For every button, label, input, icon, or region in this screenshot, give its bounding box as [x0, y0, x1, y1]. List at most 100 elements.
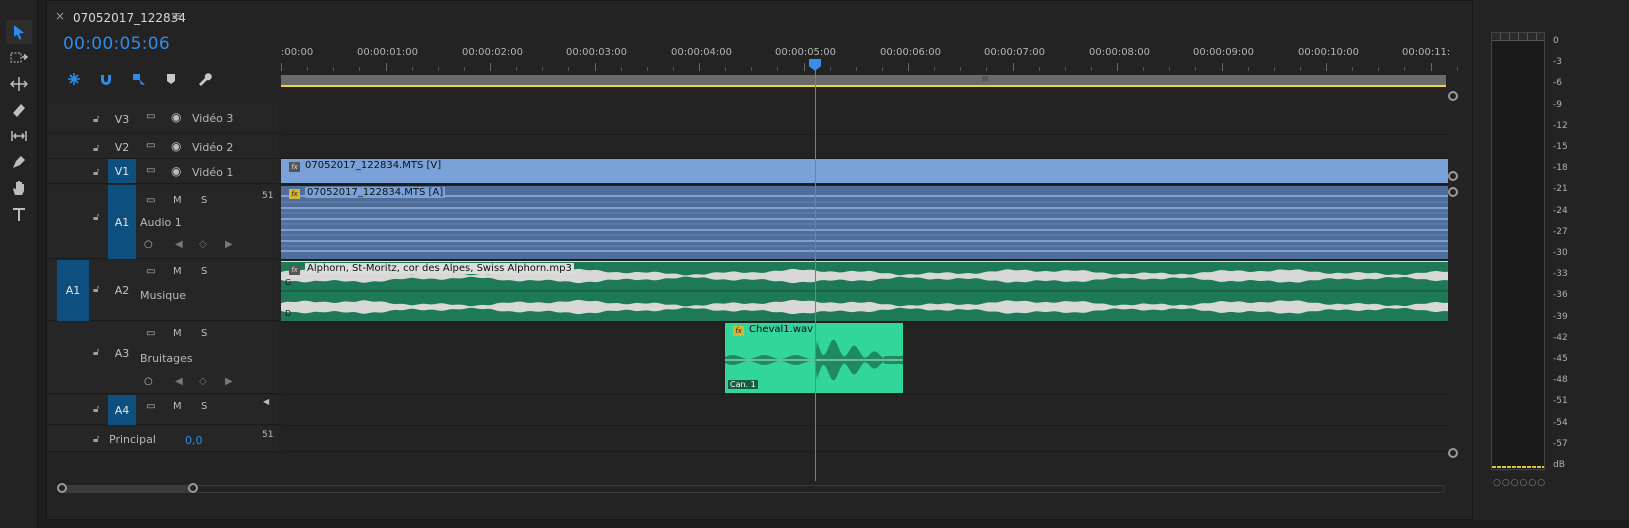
solo-button[interactable]: S [201, 195, 207, 206]
sync-lock-icon[interactable]: ▭ [146, 328, 155, 339]
vertical-zoom-handle[interactable] [1448, 91, 1458, 101]
lock-icon[interactable]: 🔓︎ [93, 404, 105, 416]
lock-icon[interactable]: 🔓︎ [93, 114, 105, 126]
ruler-label: 00:00:06:00 [880, 47, 942, 58]
prev-keyframe-icon[interactable]: ◀ [175, 239, 183, 250]
sync-lock-icon[interactable]: ▭ [146, 266, 155, 277]
vertical-zoom-handle[interactable] [1448, 448, 1458, 458]
mute-button[interactable]: M [173, 401, 182, 412]
db-scale-label: -51 [1553, 396, 1568, 407]
hand-tool-icon[interactable] [6, 176, 32, 200]
prev-keyframe-icon[interactable]: ◀ [175, 376, 183, 387]
right-channel-label: D [285, 309, 292, 318]
master-volume-value[interactable]: 0,0 [185, 434, 203, 447]
lock-icon[interactable]: 🔓︎ [93, 143, 105, 155]
audio-meter-panel: 0 -3 -6 -9 -12 -15 -18 -21 -24 -27 -30 -33 -36 -39 -42… [1472, 0, 1629, 520]
solo-button[interactable]: S [201, 266, 207, 277]
mute-button[interactable]: M [173, 328, 182, 339]
track-select-tool-icon[interactable] [6, 46, 32, 70]
linked-selection-icon[interactable] [130, 70, 148, 88]
playhead-line[interactable] [815, 63, 816, 481]
track-target-a2[interactable]: A2 [108, 280, 136, 300]
timeline-settings-wrench-icon[interactable] [195, 70, 213, 88]
track-target-a4[interactable]: A4 [108, 395, 136, 425]
lane-a4[interactable] [281, 395, 1448, 426]
track-target-v1[interactable]: V1 [108, 159, 136, 183]
lane-v3[interactable] [281, 103, 1448, 135]
meter-peak-indicators[interactable] [1492, 33, 1544, 41]
nest-sequence-icon[interactable] [65, 70, 83, 88]
keyframe-toggle-icon[interactable]: ○ [144, 376, 153, 387]
ruler-minor-tick [359, 67, 361, 71]
track-target-a3[interactable]: A3 [108, 343, 136, 363]
close-tab-icon[interactable]: × [55, 9, 65, 23]
lock-icon[interactable]: 🔓︎ [93, 347, 105, 359]
next-keyframe-icon[interactable]: ▶ [225, 376, 233, 387]
eye-icon[interactable]: ◉ [171, 139, 181, 153]
panel-menu-icon[interactable]: ≡ [171, 9, 182, 24]
collapse-arrow-icon[interactable]: ◀ [263, 397, 269, 406]
razor-tool-icon[interactable] [6, 98, 32, 122]
meter-solo-buttons[interactable]: ○○○○○○ [1493, 478, 1546, 488]
pen-tool-icon[interactable] [6, 150, 32, 174]
track-header-a2[interactable]: A1 🔓︎ A2 ▭ M S Musique [47, 260, 279, 321]
audio-clip-a1[interactable]: fx 07052017_122834.MTS [A] [281, 186, 1448, 259]
ruler-major-tick [1326, 63, 1327, 71]
type-tool-icon[interactable] [6, 202, 32, 226]
track-header-a4[interactable]: 🔓︎ A4 ▭ M S ◀ [47, 395, 279, 425]
left-channel-label: G [285, 278, 292, 287]
scrollbar-thumb[interactable] [61, 485, 193, 493]
video-clip[interactable]: fx 07052017_122834.MTS [V] [281, 159, 1448, 183]
horizontal-scrollbar[interactable] [61, 485, 1445, 493]
zoom-handle-right[interactable] [188, 483, 198, 493]
sequence-tab-title[interactable]: 07052017_122834 [73, 11, 186, 25]
lane-v2[interactable] [281, 135, 1448, 159]
next-keyframe-icon[interactable]: ▶ [225, 239, 233, 250]
lock-icon[interactable]: 🔓︎ [93, 212, 105, 224]
keyframe-toggle-icon[interactable]: ○ [144, 239, 153, 250]
slip-tool-icon[interactable] [6, 124, 32, 148]
mute-button[interactable]: M [173, 266, 182, 277]
timeline-panel: × 07052017_122834 ≡ 00:00:05:06 🔓︎ V3 ▭ [46, 0, 1510, 520]
playhead-timecode[interactable]: 00:00:05:06 [63, 34, 170, 54]
sync-lock-icon[interactable]: ▭ [146, 401, 155, 412]
track-target-v2[interactable]: V2 [108, 138, 136, 156]
lock-icon[interactable]: 🔓︎ [93, 167, 105, 179]
snap-magnet-icon[interactable] [97, 70, 115, 88]
work-area-bar[interactable] [281, 75, 1446, 85]
track-target-v3[interactable]: V3 [108, 110, 136, 128]
work-area-grip[interactable]: III [982, 75, 988, 83]
add-keyframe-icon[interactable]: ◇ [199, 376, 207, 387]
sfx-clip-a3[interactable]: fx Cheval1.wav Can. 1 [725, 323, 903, 393]
sync-lock-icon[interactable]: ▭ [146, 165, 155, 176]
track-header-v3[interactable]: 🔓︎ V3 ▭ ◉ Vidéo 3 [47, 103, 279, 133]
eye-icon[interactable]: ◉ [171, 164, 181, 178]
lane-master[interactable] [281, 426, 1448, 452]
db-scale-label: -18 [1553, 163, 1568, 174]
eye-icon[interactable]: ◉ [171, 110, 181, 124]
ripple-edit-tool-icon[interactable] [6, 72, 32, 96]
selection-tool-icon[interactable] [6, 20, 32, 44]
add-marker-icon[interactable] [162, 70, 180, 88]
solo-button[interactable]: S [201, 401, 207, 412]
track-header-a1[interactable]: 🔓︎ A1 ▭ M S 51 Audio 1 ○ ◀ ◇ ▶ [47, 185, 279, 259]
mute-button[interactable]: M [173, 195, 182, 206]
zoom-handle-left[interactable] [57, 483, 67, 493]
channel-badge: 51 [262, 191, 274, 201]
lock-icon[interactable]: 🔓︎ [93, 434, 105, 446]
track-target-a1[interactable]: A1 [108, 185, 136, 259]
track-header-master[interactable]: 🔓︎ Principal 0,0 51 [47, 426, 279, 452]
music-clip-a2[interactable]: fx Alphorn, St-Moritz, cor des Alpes, Sw… [281, 261, 1448, 321]
lock-icon[interactable]: 🔓︎ [93, 284, 105, 296]
source-patch-a1[interactable]: A1 [57, 260, 89, 321]
sync-lock-icon[interactable]: ▭ [146, 140, 155, 151]
track-header-v2[interactable]: 🔓︎ V2 ▭ ◉ Vidéo 2 [47, 135, 279, 159]
track-header-v1[interactable]: 🔓︎ V1 ▭ ◉ Vidéo 1 [47, 159, 279, 184]
sync-lock-icon[interactable]: ▭ [146, 111, 155, 122]
track-header-a3[interactable]: 🔓︎ A3 ▭ M S Bruitages ○ ◀ ◇ ▶ [47, 322, 279, 394]
vertical-zoom-handle[interactable] [1448, 187, 1458, 197]
solo-button[interactable]: S [201, 328, 207, 339]
sync-lock-icon[interactable]: ▭ [146, 195, 155, 206]
add-keyframe-icon[interactable]: ◇ [199, 239, 207, 250]
vertical-zoom-handle[interactable] [1448, 171, 1458, 181]
